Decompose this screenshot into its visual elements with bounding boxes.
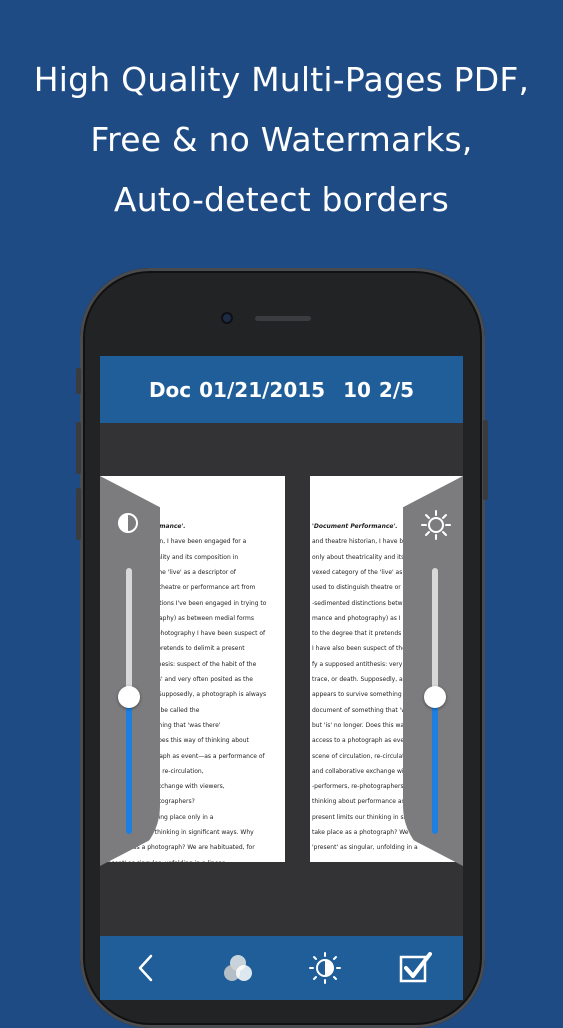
bottom-toolbar — [100, 936, 463, 1000]
doc-date: 01/21/2015 — [199, 377, 326, 402]
volume-down-button — [76, 488, 81, 540]
mute-switch — [76, 368, 81, 394]
confirm-button[interactable] — [397, 950, 433, 986]
brightness-slider-knob[interactable] — [424, 686, 446, 708]
promo-headline: High Quality Multi-Pages PDF, Free & no … — [0, 50, 563, 230]
power-button — [483, 420, 488, 500]
volume-up-button — [76, 422, 81, 474]
brightness-track-lower — [432, 696, 438, 834]
contrast-slider-knob[interactable] — [118, 686, 140, 708]
page-text-line: but 'is' no longer. Does this way of — [312, 721, 416, 729]
checkbox-check-icon — [399, 952, 432, 983]
page-text-line: 'present' as singular, unfolding in a — [312, 844, 418, 852]
half-sun-icon — [309, 952, 341, 984]
app-screen: Doc 01/21/2015 10 2/5 'Document Performa… — [100, 356, 463, 1000]
contrast-track-lower — [126, 696, 132, 834]
document-title-bar: Doc 01/21/2015 10 2/5 — [100, 356, 463, 423]
page-text-line: scene of circulation, re-circulation, — [312, 752, 416, 760]
color-filter-button[interactable] — [220, 950, 256, 986]
headline-line-3: Auto-detect borders — [113, 180, 450, 219]
headline-line-2: Free & no Watermarks, — [90, 120, 473, 159]
camera-lens — [221, 312, 233, 324]
brightness-track-upper — [432, 568, 438, 696]
sun-icon — [420, 509, 452, 541]
page-text-line: -performers, re-photographers? — [312, 783, 407, 791]
chevron-left-icon — [138, 954, 153, 982]
earpiece-speaker — [255, 316, 311, 321]
page-indicator: 2/5 — [378, 377, 415, 402]
page-text-line: 'Document Performance'. — [312, 523, 398, 530]
contrast-track-upper — [126, 568, 132, 696]
color-filter-icon — [224, 955, 252, 981]
contrast-icon — [117, 512, 139, 534]
doc-label: Doc — [148, 377, 192, 402]
back-button[interactable] — [129, 950, 165, 986]
page-text-line: and theatre historian, I have been — [312, 538, 415, 546]
brightness-button[interactable] — [307, 950, 343, 986]
page-text-line: take place as a photograph? We are — [312, 829, 421, 836]
page-text-line: 'present' as singular, unfolding in a li… — [100, 860, 225, 862]
doc-time: 10 — [343, 377, 371, 402]
headline-line-1: High Quality Multi-Pages PDF, — [33, 60, 530, 99]
